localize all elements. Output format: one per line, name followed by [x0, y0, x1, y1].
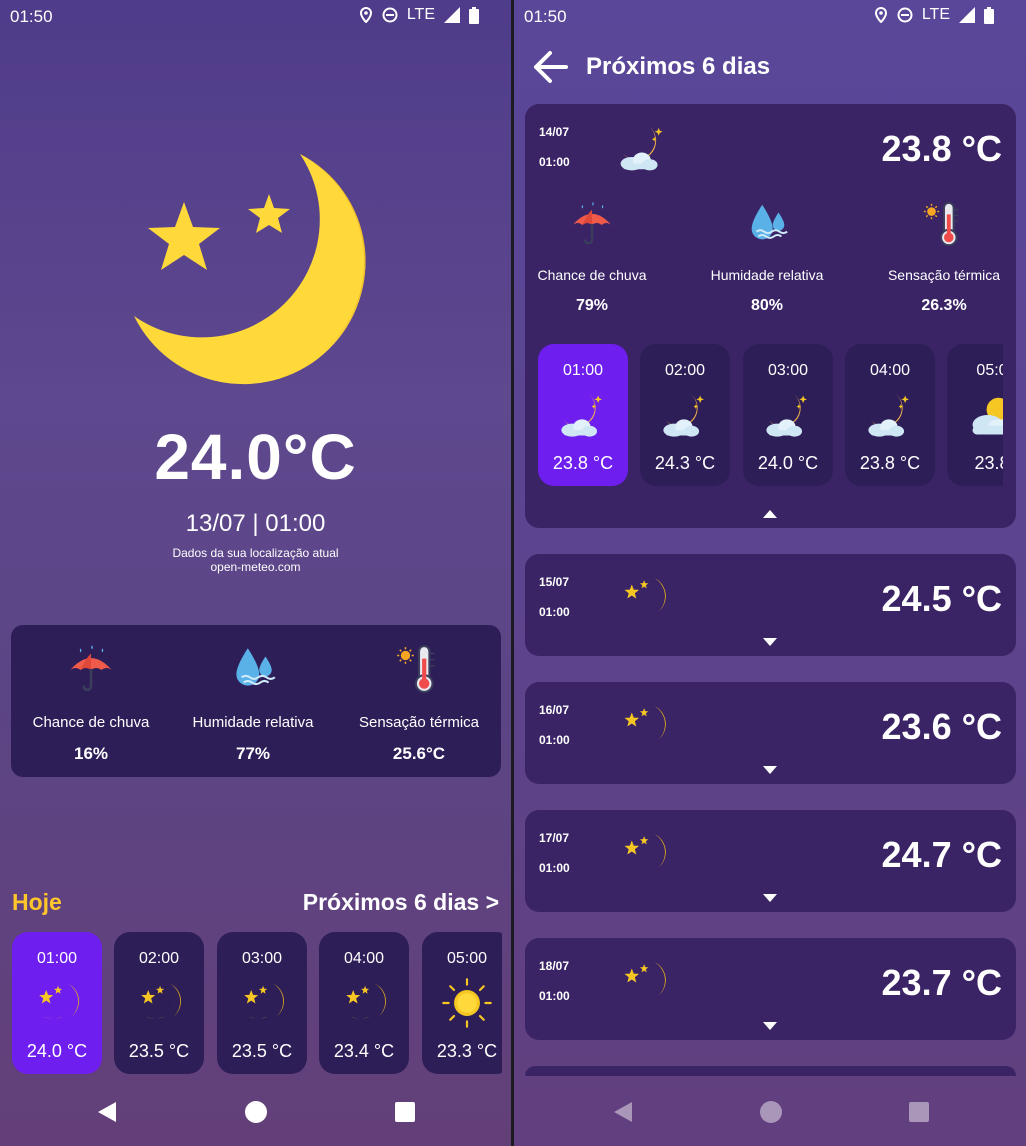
- day-temperature: 24.5 °C: [881, 578, 1002, 619]
- expand-chevron-icon[interactable]: [763, 894, 777, 902]
- do-not-disturb-icon: [897, 7, 913, 23]
- metric-humidity: Humidade relativa 80%: [693, 200, 841, 315]
- sun-cloud-icon: [965, 388, 1003, 442]
- current-temperature: 24.0°C: [154, 421, 357, 493]
- water-drops-icon: [743, 200, 791, 248]
- network-label: LTE: [921, 6, 950, 23]
- umbrella-rain-icon: [65, 643, 117, 695]
- day-date: 14/07: [539, 125, 570, 139]
- signal-icon: [444, 7, 460, 23]
- expand-chevron-icon[interactable]: [763, 1022, 777, 1030]
- day-time: 01:00: [539, 733, 570, 747]
- recents-nav-icon[interactable]: [395, 1102, 415, 1122]
- network-label: LTE: [406, 6, 435, 23]
- location-icon: [874, 7, 887, 23]
- sun-icon: [440, 976, 494, 1030]
- moon-cloud-icon: [658, 388, 712, 442]
- location-icon: [359, 7, 372, 23]
- metric-feels-like: Sensação térmica 25.6°C: [337, 643, 501, 764]
- next-days-link[interactable]: Próximos 6 dias >: [303, 889, 499, 916]
- recents-nav-icon[interactable]: [909, 1102, 929, 1122]
- water-drops-icon: [227, 643, 279, 695]
- day-date: 15/07: [539, 575, 570, 589]
- expand-chevron-icon[interactable]: [763, 638, 777, 646]
- hour-card[interactable]: 01:00 24.0 °C: [12, 932, 102, 1074]
- hourly-forecast-list[interactable]: 01:00 24.0 °C 02:00 23.5 °C 03:00 23.5 °…: [12, 932, 502, 1074]
- day-date: 17/07: [539, 831, 570, 845]
- hour-card[interactable]: 02:00 23.5 °C: [114, 932, 204, 1074]
- metric-humidity: Humidade relativa 77%: [173, 643, 333, 764]
- moon-stars-icon: [30, 976, 84, 1030]
- day-card[interactable]: 16/07 01:00 23.6 °C: [525, 682, 1016, 784]
- data-source: open-meteo.com: [210, 560, 301, 574]
- thermometer-sun-icon: [393, 643, 445, 695]
- status-bar: 01:50 LTE: [0, 0, 511, 32]
- hour-card[interactable]: 04:00 23.4 °C: [319, 932, 409, 1074]
- day-date: 16/07: [539, 703, 570, 717]
- thermometer-sun-icon: [920, 200, 968, 248]
- back-nav-icon[interactable]: [96, 1100, 118, 1124]
- day-temperature: 23.6 °C: [881, 706, 1002, 747]
- status-time: 01:50: [524, 7, 567, 26]
- day-time: 01:00: [539, 989, 570, 1003]
- back-nav-icon[interactable]: [612, 1100, 634, 1124]
- umbrella-rain-icon: [568, 200, 616, 248]
- moon-stars-icon: [337, 976, 391, 1030]
- hour-card[interactable]: 05:0 23.8: [947, 344, 1003, 486]
- moon-cloud-icon: [615, 120, 671, 176]
- day-temperature: 23.7 °C: [881, 962, 1002, 1003]
- hour-card[interactable]: 03:00 24.0 °C: [743, 344, 833, 486]
- day-date: 18/07: [539, 959, 570, 973]
- metric-rain-chance: Chance de chuva 79%: [525, 200, 659, 315]
- moon-cloud-icon: [863, 388, 917, 442]
- battery-icon: [984, 6, 994, 24]
- moon-stars-icon: [235, 976, 289, 1030]
- metric-feels-like: Sensação térmica 26.3%: [873, 200, 1015, 315]
- status-time: 01:50: [10, 7, 53, 26]
- moon-stars-icon: [132, 976, 186, 1030]
- location-note: Dados da sua localização atual: [172, 546, 339, 560]
- today-label: Hoje: [12, 889, 62, 915]
- back-arrow-icon[interactable]: [532, 50, 568, 84]
- current-datetime: 13/07 | 01:00: [185, 510, 326, 537]
- moon-stars-icon: [615, 570, 671, 626]
- day-time: 01:00: [539, 155, 570, 169]
- day-card[interactable]: 17/07 01:00 24.7 °C: [525, 810, 1016, 912]
- expand-chevron-icon[interactable]: [763, 766, 777, 774]
- hour-card[interactable]: 04:00 23.8 °C: [845, 344, 935, 486]
- day-card-partial[interactable]: [525, 1066, 1016, 1076]
- moon-cloud-icon: [761, 388, 815, 442]
- home-nav-icon[interactable]: [759, 1100, 783, 1124]
- moon-stars-icon: [134, 154, 366, 385]
- do-not-disturb-icon: [382, 7, 398, 23]
- system-nav-bar: [514, 1084, 1026, 1146]
- next-days-screen: 01:50 LTE Próximos 6 dias 14/07 01:00 23…: [514, 0, 1026, 1146]
- day-temperature: 24.7 °C: [881, 834, 1002, 875]
- hour-card[interactable]: 02:00 24.3 °C: [640, 344, 730, 486]
- day-card[interactable]: 18/07 01:00 23.7 °C: [525, 938, 1016, 1040]
- day-card[interactable]: 15/07 01:00 24.5 °C: [525, 554, 1016, 656]
- hour-card[interactable]: 05:00 23.3 °C: [422, 932, 502, 1074]
- hour-card[interactable]: 01:00 23.8 °C: [538, 344, 628, 486]
- hourly-forecast-list[interactable]: 01:00 23.8 °C 02:00 24.3 °C 03:00 24.0 °…: [538, 344, 1003, 486]
- moon-stars-icon: [615, 954, 671, 1010]
- weather-metrics-card: Chance de chuva 16% Humidade relativa 77…: [11, 625, 501, 777]
- page-title: Próximos 6 dias: [586, 53, 771, 80]
- day-time: 01:00: [539, 861, 570, 875]
- status-bar: 01:50 LTE: [514, 0, 1026, 32]
- hour-card[interactable]: 03:00 23.5 °C: [217, 932, 307, 1074]
- system-nav-bar: [0, 1084, 511, 1146]
- moon-cloud-icon: [556, 388, 610, 442]
- day-time: 01:00: [539, 605, 570, 619]
- home-screen: 01:50 LTE 24.0°C 13/07 | 01:00 Dados da …: [0, 0, 511, 1146]
- signal-icon: [959, 7, 975, 23]
- home-nav-icon[interactable]: [244, 1100, 268, 1124]
- moon-stars-icon: [615, 698, 671, 754]
- moon-stars-icon: [615, 826, 671, 882]
- collapse-chevron-icon[interactable]: [763, 510, 777, 518]
- metric-rain-chance: Chance de chuva 16%: [11, 643, 171, 764]
- day-temperature: 23.8 °C: [881, 128, 1002, 169]
- battery-icon: [469, 6, 479, 24]
